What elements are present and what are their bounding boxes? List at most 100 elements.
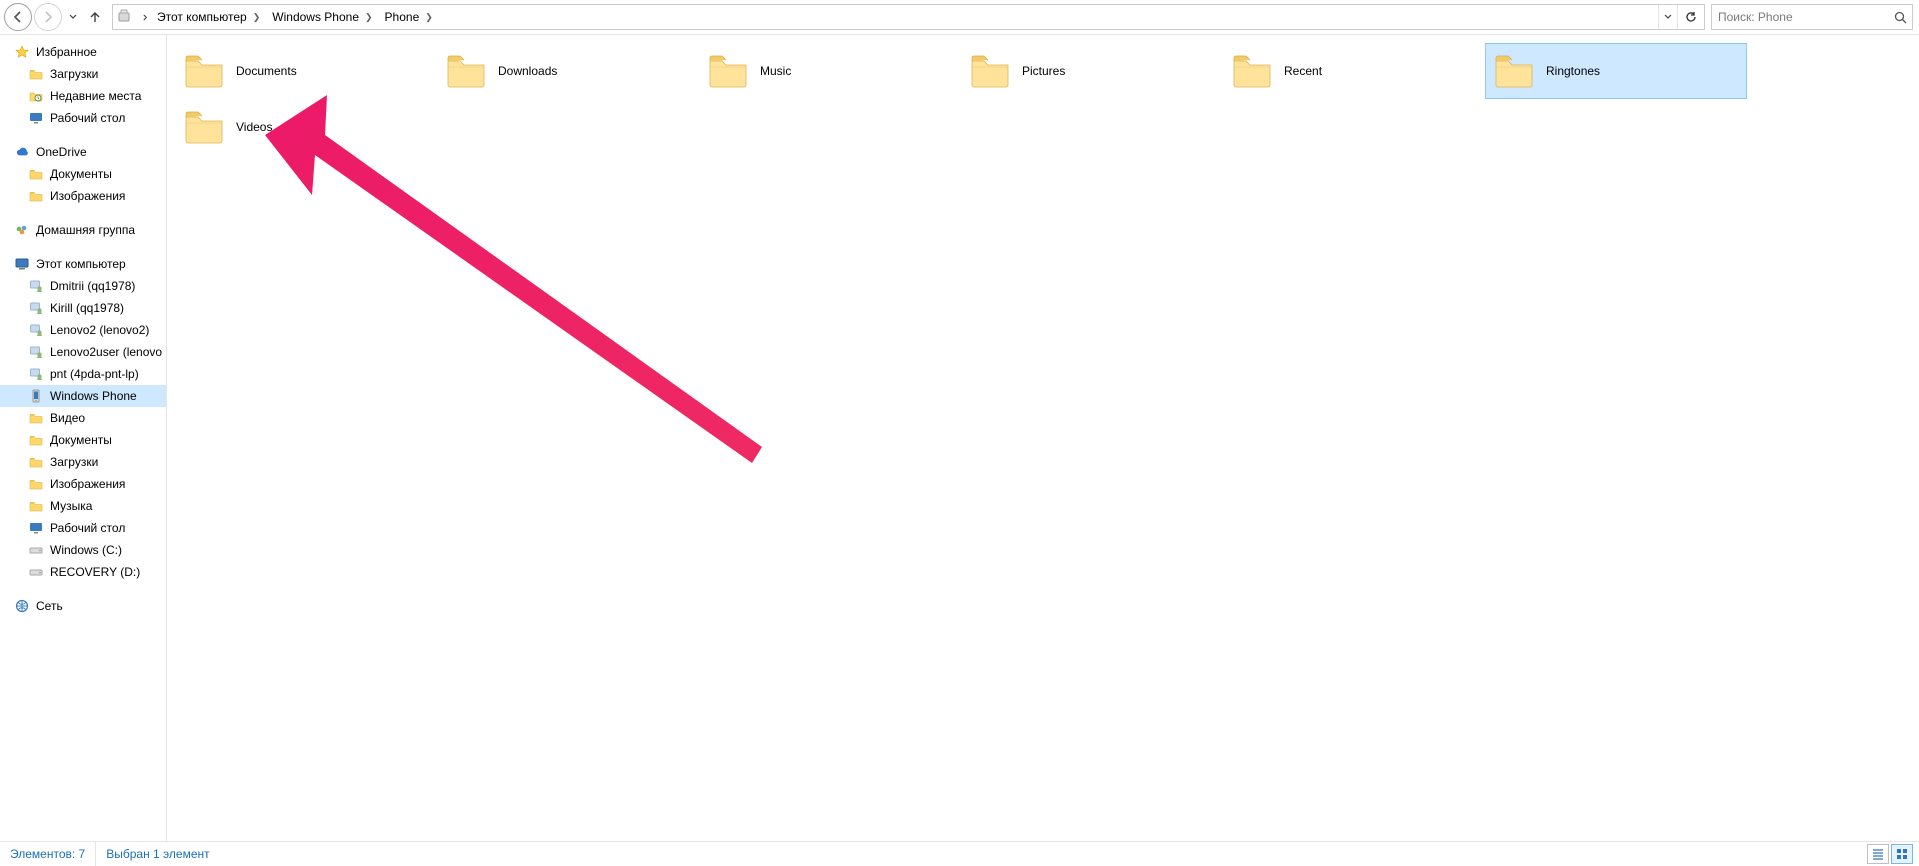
breadcrumb-label: Phone bbox=[385, 10, 420, 24]
folder-label: Videos bbox=[236, 120, 272, 134]
search-icon bbox=[1894, 11, 1907, 24]
folder-icon bbox=[28, 432, 44, 448]
recent-locations-dropdown[interactable] bbox=[64, 4, 82, 30]
tree-item[interactable]: Lenovo2 (lenovo2) bbox=[0, 319, 166, 341]
tree-item-favorites[interactable]: Избранное bbox=[0, 41, 166, 63]
folder-icon bbox=[28, 166, 44, 182]
tree-item[interactable]: Dmitrii (qq1978) bbox=[0, 275, 166, 297]
tree-item[interactable]: Рабочий стол bbox=[0, 107, 166, 129]
tree-item-network[interactable]: Сеть bbox=[0, 595, 166, 617]
search-box[interactable] bbox=[1711, 4, 1913, 30]
search-button[interactable] bbox=[1888, 5, 1912, 29]
refresh-button[interactable] bbox=[1677, 5, 1704, 29]
folder-icon bbox=[1228, 47, 1276, 95]
tree-item-label: Windows (C:) bbox=[50, 543, 122, 557]
tree-item-label: Недавние места bbox=[50, 89, 141, 103]
tree-item[interactable]: Музыка bbox=[0, 495, 166, 517]
address-history-dropdown[interactable] bbox=[1658, 5, 1677, 29]
desktop-icon bbox=[28, 110, 44, 126]
tree-group-homegroup: Домашняя группа bbox=[0, 219, 166, 241]
tree-item[interactable]: pnt (4pda-pnt-lp) bbox=[0, 363, 166, 385]
tree-item-homegroup[interactable]: Домашняя группа bbox=[0, 219, 166, 241]
search-input[interactable] bbox=[1712, 10, 1888, 24]
tree-item-label: Этот компьютер bbox=[36, 257, 126, 271]
homegroup-icon bbox=[14, 222, 30, 238]
tree-item-label: Dmitrii (qq1978) bbox=[50, 279, 135, 293]
arrow-up-icon bbox=[88, 10, 102, 24]
tree-item[interactable]: Загрузки bbox=[0, 63, 166, 85]
folder-icon bbox=[28, 476, 44, 492]
tree-item[interactable]: Изображения bbox=[0, 473, 166, 495]
tree-group-thispc: Этот компьютер Dmitrii (qq1978) Kirill (q… bbox=[0, 253, 166, 583]
tree-item-label: Музыка bbox=[50, 499, 92, 513]
breadcrumb-root-dropdown[interactable] bbox=[139, 4, 151, 30]
tree-item-label: OneDrive bbox=[36, 145, 87, 159]
tree-item[interactable]: Lenovo2user (lenovo bbox=[0, 341, 166, 363]
navigation-pane[interactable]: Избранное Загрузки Недавние места Рабочий … bbox=[0, 35, 166, 841]
tree-item[interactable]: Видео bbox=[0, 407, 166, 429]
breadcrumb-bar[interactable]: Этот компьютер ❯ Windows Phone ❯ Phone ❯ bbox=[112, 4, 1705, 30]
folder-icon bbox=[180, 103, 228, 151]
tree-item[interactable]: Изображения bbox=[0, 185, 166, 207]
tree-item[interactable]: Windows Phone bbox=[0, 385, 166, 407]
folder-item[interactable]: Ringtones bbox=[1485, 43, 1747, 99]
breadcrumb-label: Windows Phone bbox=[272, 10, 359, 24]
breadcrumb-label: Этот компьютер bbox=[157, 10, 247, 24]
tree-item[interactable]: Недавние места bbox=[0, 85, 166, 107]
tree-item-thispc[interactable]: Этот компьютер bbox=[0, 253, 166, 275]
folder-icon bbox=[966, 47, 1014, 95]
tree-item[interactable]: Kirill (qq1978) bbox=[0, 297, 166, 319]
folder-item[interactable]: Music bbox=[699, 43, 961, 99]
folder-icon bbox=[28, 66, 44, 82]
chevron-right-icon: ❯ bbox=[365, 12, 373, 23]
breadcrumb-segment[interactable]: Windows Phone ❯ bbox=[266, 5, 378, 29]
desktop-icon bbox=[28, 520, 44, 536]
breadcrumb-segment[interactable]: Этот компьютер ❯ bbox=[151, 5, 266, 29]
folder-label: Ringtones bbox=[1546, 64, 1600, 78]
folder-icon bbox=[1490, 47, 1538, 95]
chevron-right-icon: ❯ bbox=[253, 12, 261, 23]
tree-item[interactable]: Документы bbox=[0, 429, 166, 451]
user-icon bbox=[28, 300, 44, 316]
drive-icon bbox=[28, 542, 44, 558]
view-icons-button[interactable] bbox=[1891, 844, 1913, 864]
tree-item-label: Избранное bbox=[36, 45, 97, 59]
up-button[interactable] bbox=[84, 4, 106, 30]
folder-item[interactable]: Recent bbox=[1223, 43, 1485, 99]
chevron-right-icon: ❯ bbox=[425, 12, 433, 23]
status-bar: Элементов: 7 Выбран 1 элемент bbox=[0, 841, 1919, 866]
tree-item[interactable]: RECOVERY (D:) bbox=[0, 561, 166, 583]
folder-label: Downloads bbox=[498, 64, 557, 78]
folder-icon bbox=[28, 498, 44, 514]
tree-item[interactable]: Документы bbox=[0, 163, 166, 185]
user-icon bbox=[28, 322, 44, 338]
content-pane[interactable]: Documents Downloads MusicPicturesRecent Rin… bbox=[166, 35, 1919, 841]
recent-icon bbox=[28, 88, 44, 104]
folder-item[interactable]: Pictures bbox=[961, 43, 1223, 99]
view-switcher bbox=[1867, 844, 1919, 864]
view-details-button[interactable] bbox=[1867, 844, 1889, 864]
tree-item[interactable]: Загрузки bbox=[0, 451, 166, 473]
folder-icon bbox=[28, 454, 44, 470]
folder-item[interactable]: Videos bbox=[175, 99, 437, 155]
folder-item[interactable]: Documents bbox=[175, 43, 437, 99]
tree-item-label: RECOVERY (D:) bbox=[50, 565, 140, 579]
folder-icon bbox=[442, 47, 490, 95]
tree-item[interactable]: Windows (C:) bbox=[0, 539, 166, 561]
folder-item[interactable]: Downloads bbox=[437, 43, 699, 99]
tree-group-favorites: Избранное Загрузки Недавние места Рабочий … bbox=[0, 41, 166, 129]
forward-button[interactable] bbox=[34, 3, 62, 31]
tree-item-label: Изображения bbox=[50, 189, 125, 203]
breadcrumb-segment[interactable]: Phone ❯ bbox=[379, 5, 439, 29]
cloud-icon bbox=[14, 144, 30, 160]
location-icon bbox=[117, 9, 133, 25]
tree-item[interactable]: Рабочий стол bbox=[0, 517, 166, 539]
back-button[interactable] bbox=[4, 3, 32, 31]
folder-icon bbox=[704, 47, 752, 95]
tree-item-label: Видео bbox=[50, 411, 85, 425]
network-icon bbox=[14, 598, 30, 614]
tree-item-label: Документы bbox=[50, 433, 112, 447]
arrow-left-icon bbox=[12, 11, 24, 23]
chevron-right-icon bbox=[142, 14, 149, 21]
tree-item-onedrive[interactable]: OneDrive bbox=[0, 141, 166, 163]
